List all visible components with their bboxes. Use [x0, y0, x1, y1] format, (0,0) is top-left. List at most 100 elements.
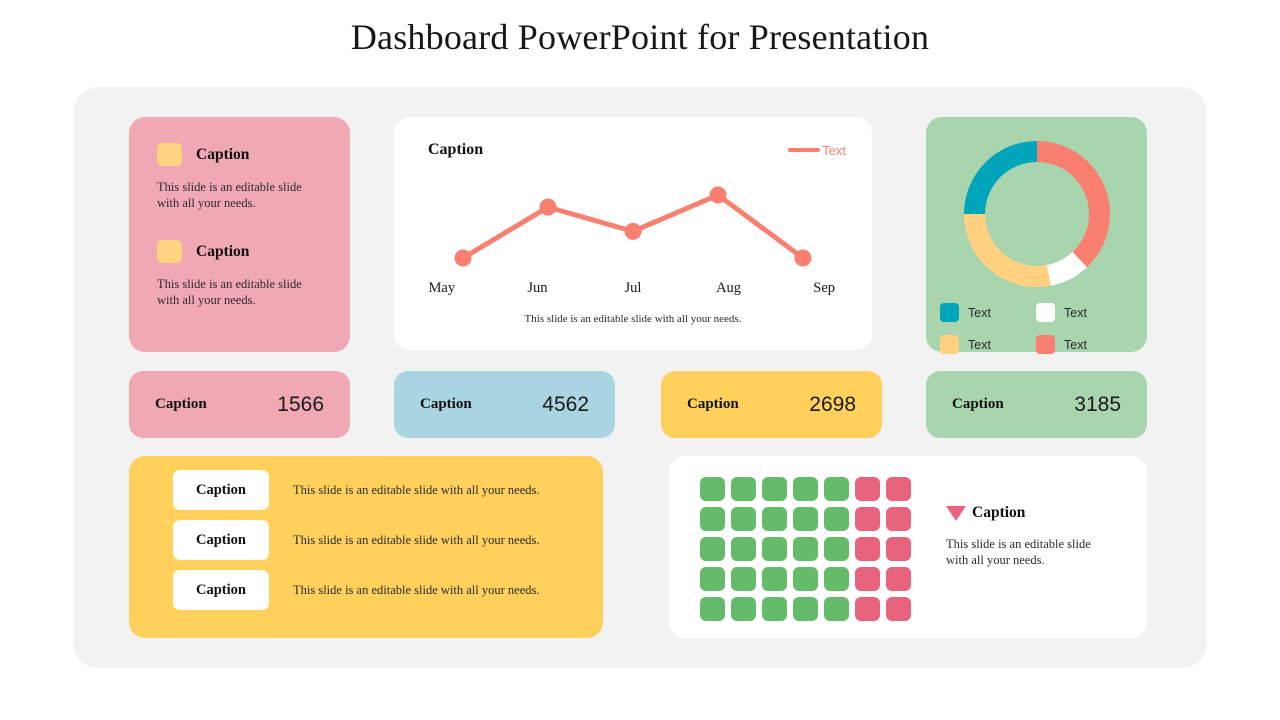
waffle-cell: [731, 567, 756, 591]
waffle-cell: [700, 567, 725, 591]
stat-label: Caption: [420, 396, 472, 412]
list-item-text: This slide is an editable slide with all…: [293, 532, 540, 547]
stat-label: Caption: [952, 396, 1004, 412]
donut-segment: [964, 214, 1051, 287]
list-item-pill-label: Caption: [196, 531, 246, 548]
list-item-pill[interactable]: Caption: [173, 570, 269, 610]
list-item: Caption This slide is an editable slide …: [173, 570, 603, 610]
waffle-cell: [731, 597, 756, 621]
donut-chart-svg: [964, 141, 1110, 287]
waffle-chart-header: Caption: [946, 504, 1126, 522]
waffle-cell: [886, 597, 911, 621]
stat-value: 2698: [809, 392, 856, 416]
legend-swatch-yellow: [940, 335, 959, 354]
waffle-chart-card: Caption This slide is an editable slide …: [669, 456, 1147, 638]
legend-item: Text: [1036, 303, 1132, 322]
page-title: Dashboard PowerPoint for Presentation: [350, 17, 930, 57]
waffle-cell: [855, 507, 880, 531]
pink-info-card: Caption This slide is an editable slide …: [129, 117, 350, 352]
list-item-text: This slide is an editable slide with all…: [293, 582, 540, 597]
waffle-cell: [762, 567, 787, 591]
waffle-cell: [731, 507, 756, 531]
data-point: [454, 249, 472, 267]
stat-card-4: Caption 3185: [926, 371, 1147, 438]
donut-segment: [1037, 141, 1110, 268]
legend-label: Text: [1064, 337, 1087, 352]
list-item-pill[interactable]: Caption: [173, 470, 269, 510]
x-tick-label: Jul: [624, 280, 642, 296]
line-chart-x-axis: May Jun Jul Aug Sep: [394, 280, 872, 297]
list-item-pill-label: Caption: [196, 581, 246, 598]
waffle-cell: [824, 477, 849, 501]
list-item-pill-label: Caption: [196, 481, 246, 498]
waffle-cell: [793, 477, 818, 501]
list-item: Caption This slide is an editable slide …: [173, 520, 603, 560]
legend-label: Text: [1064, 305, 1087, 320]
waffle-cell: [700, 507, 725, 531]
list-item-pill[interactable]: Caption: [173, 520, 269, 560]
donut-segment: [964, 141, 1037, 214]
stat-label: Caption: [687, 396, 739, 412]
waffle-cell: [886, 507, 911, 531]
donut-chart-legend: Text Text Text Text: [940, 303, 1140, 354]
x-tick-label: Jun: [527, 280, 548, 296]
waffle-chart-side: Caption This slide is an editable slide …: [946, 504, 1126, 569]
data-point: [709, 186, 727, 204]
info-block-1-header: Caption: [157, 143, 326, 166]
waffle-cell: [762, 597, 787, 621]
list-card: Caption This slide is an editable slide …: [129, 456, 603, 638]
info-block-2-body: This slide is an editable slide with all…: [157, 277, 302, 307]
waffle-cell: [731, 477, 756, 501]
waffle-cell: [824, 567, 849, 591]
data-point: [539, 198, 557, 216]
waffle-cell: [700, 477, 725, 501]
legend-item: Text: [940, 303, 1036, 322]
waffle-cell: [886, 537, 911, 561]
stat-value: 3185: [1074, 392, 1121, 416]
triangle-down-icon: [946, 505, 966, 521]
legend-label: Text: [968, 337, 991, 352]
waffle-cell: [824, 537, 849, 561]
waffle-cell: [700, 597, 725, 621]
donut-chart-card: Text Text Text Text: [926, 117, 1147, 354]
stat-card-1: Caption 1566: [129, 371, 350, 438]
x-tick-label: May: [428, 280, 456, 296]
waffle-cell: [762, 537, 787, 561]
stat-card-3: Caption 2698: [661, 371, 882, 438]
waffle-cell: [824, 597, 849, 621]
legend-label: Text: [968, 305, 991, 320]
info-block-1-body: This slide is an editable slide with all…: [157, 180, 302, 210]
waffle-cell: [762, 477, 787, 501]
waffle-cell: [793, 597, 818, 621]
legend-swatch-salmon: [1036, 335, 1055, 354]
waffle-cell: [731, 537, 756, 561]
legend-swatch-teal: [940, 303, 959, 322]
list-item-text: This slide is an editable slide with all…: [293, 482, 540, 497]
list-item: Caption This slide is an editable slide …: [173, 470, 603, 510]
info-block-2-label: Caption: [196, 242, 250, 260]
waffle-cell: [793, 507, 818, 531]
x-tick-label: Sep: [813, 280, 836, 296]
waffle-chart-body: This slide is an editable slide with all…: [946, 537, 1091, 568]
waffle-cell: [886, 477, 911, 501]
waffle-cell: [886, 567, 911, 591]
donut-chart: [960, 137, 1114, 291]
waffle-cell: [762, 507, 787, 531]
legend-item: Text: [940, 335, 1036, 354]
legend-item: Text: [1036, 335, 1132, 354]
waffle-chart-grid: [700, 477, 917, 627]
stat-card-2: Caption 4562: [394, 371, 615, 438]
line-chart-footnote: This slide is an editable slide with all…: [524, 313, 742, 325]
waffle-chart-title: Caption: [972, 504, 1026, 521]
line-chart-card: Caption Text May Jun Jul Aug Sep This sl…: [394, 117, 872, 350]
waffle-cell: [824, 507, 849, 531]
square-bullet-icon: [157, 143, 182, 166]
waffle-cell: [855, 537, 880, 561]
waffle-cell: [793, 567, 818, 591]
waffle-cell: [855, 597, 880, 621]
stat-value: 4562: [542, 392, 589, 416]
waffle-cell: [855, 477, 880, 501]
legend-swatch-white: [1036, 303, 1055, 322]
square-bullet-icon: [157, 240, 182, 263]
waffle-cell: [700, 537, 725, 561]
